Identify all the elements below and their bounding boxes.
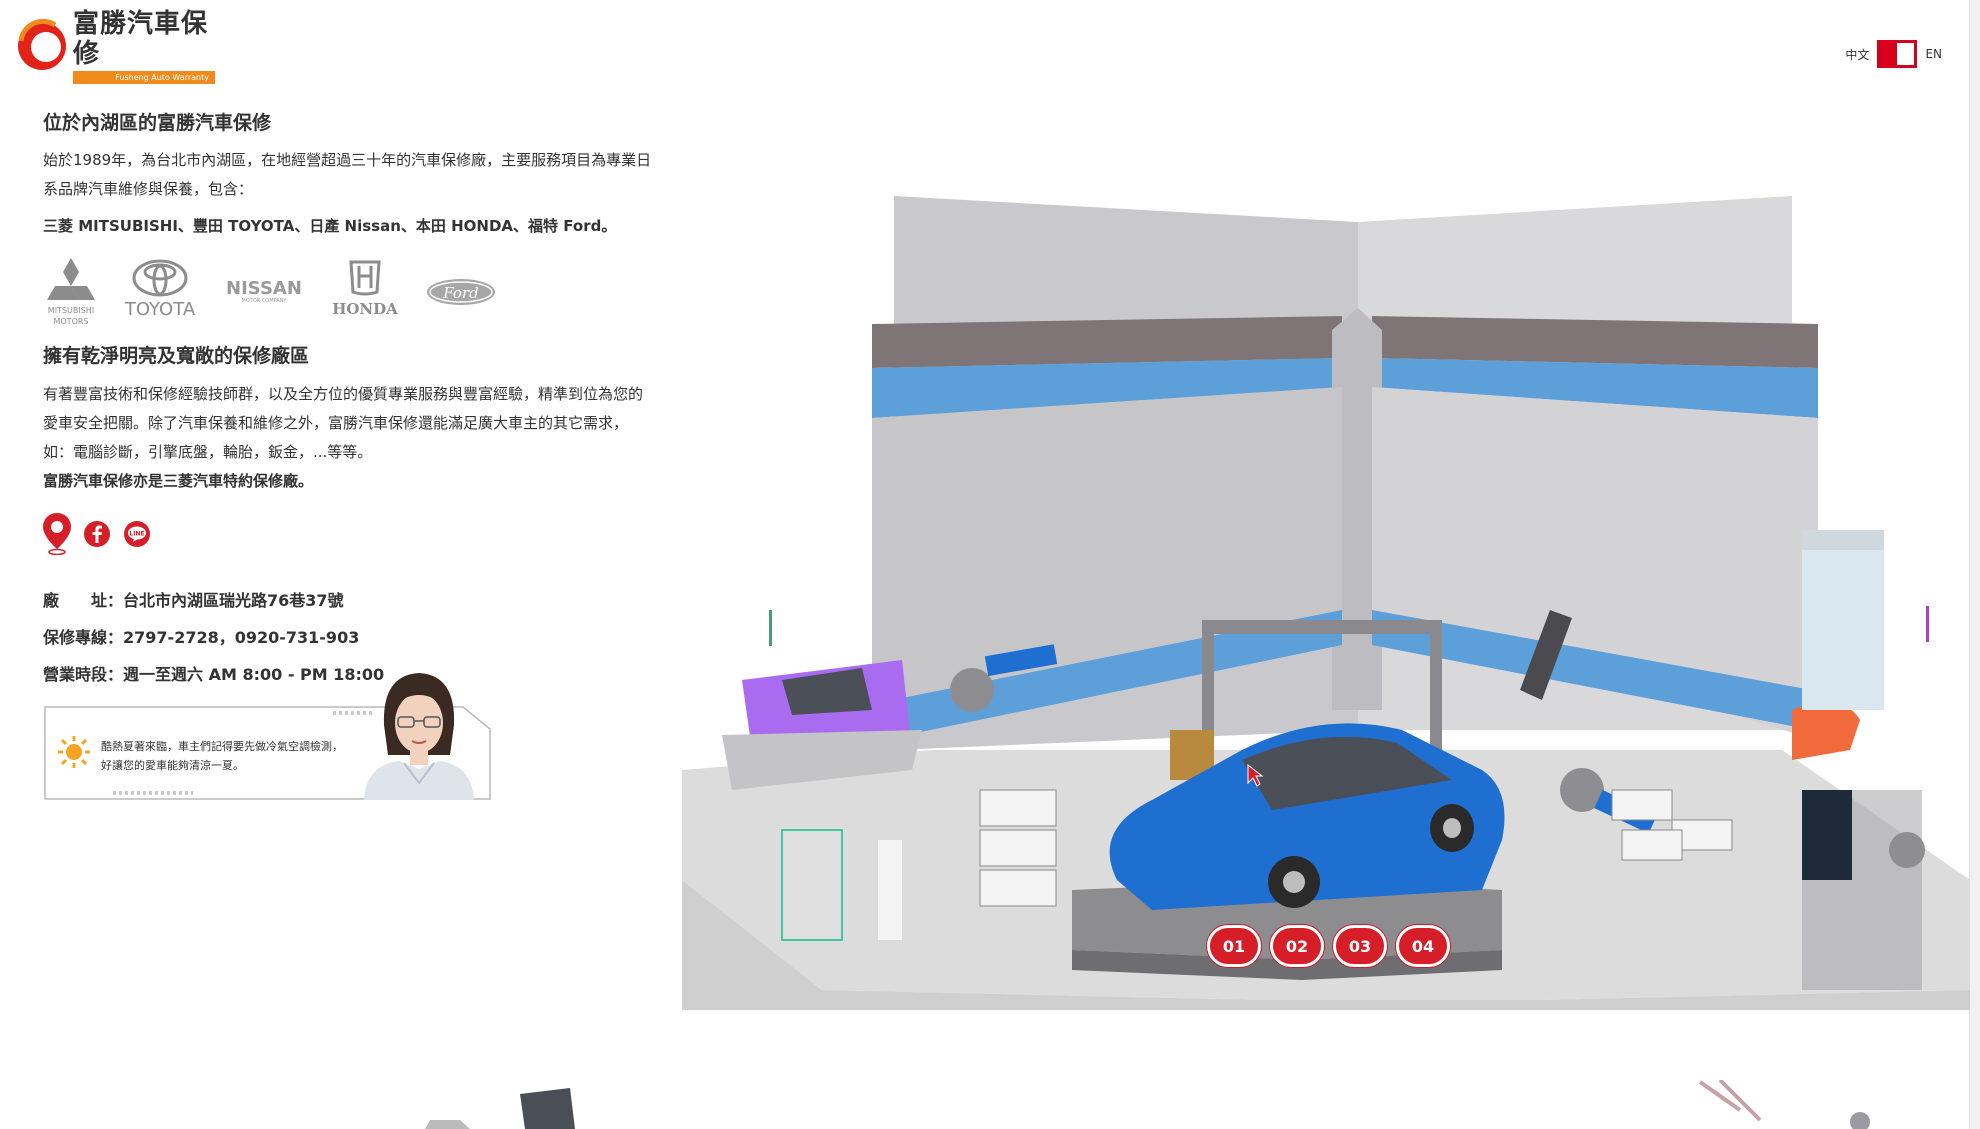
assistant-avatar [354, 665, 484, 800]
svg-text:NISSAN: NISSAN [226, 278, 302, 299]
facility-body: 有著豐富技術和保修經驗技師群，以及全方位的優質專業服務與豐富經驗，精準到位為您的… [43, 385, 644, 461]
site-logo[interactable]: 富勝汽車保修 Fusheng Auto Warranty [15, 9, 220, 84]
toyota-logo: TOYOTA [119, 256, 201, 320]
brand-name: 富勝汽車保修 [73, 8, 209, 69]
logo-ring-icon [15, 18, 69, 73]
svg-text:Ford: Ford [442, 284, 478, 302]
hours-value: 週一至週六 AM 8:00 - PM 18:00 [123, 665, 385, 684]
lang-zh-label[interactable]: 中文 [1845, 46, 1869, 63]
honda-logo: HONDA [327, 256, 403, 320]
page-scrollbar[interactable] [1969, 0, 1980, 1129]
phone-label: 保修專線： [43, 628, 124, 647]
hours-row: 營業時段： 週一至週六 AM 8:00 - PM 18:00 [43, 656, 384, 693]
svg-text:MITSUBISHI: MITSUBISHI [48, 306, 94, 315]
language-switch: 中文 EN [1845, 40, 1942, 68]
contact-info: 廠 址： 台北市內湖區瑞光路76巷37號 保修專線： 2797-2728，092… [43, 582, 384, 693]
facebook-icon[interactable] [83, 520, 111, 548]
sun-icon [57, 735, 91, 773]
scene-step-buttons: 01 02 03 04 [1207, 925, 1450, 967]
phone-value[interactable]: 2797-2728，0920-731-903 [123, 619, 359, 656]
map-pin-icon[interactable] [43, 513, 71, 555]
svg-text:MOTOR COMPANY: MOTOR COMPANY [242, 298, 288, 304]
step-button-04[interactable]: 04 [1396, 925, 1450, 967]
notice-text: 酷熱夏著來臨，車主們記得要先做冷氣空調檢測，好讓您的愛車能夠清涼一夏。 [101, 740, 343, 772]
svg-text:MOTORS: MOTORS [53, 317, 88, 326]
line-icon[interactable]: LINE [123, 520, 151, 548]
mitsubishi-logo: MITSUBISHI MOTORS [43, 256, 99, 328]
garage-illustration [682, 196, 1970, 1010]
ford-logo: Ford [423, 256, 499, 320]
bottom-scene-preview [425, 1080, 1870, 1129]
svg-text:HONDA: HONDA [332, 300, 398, 318]
facility-title: 擁有乾淨明亮及寬敞的保修廠區 [43, 345, 310, 367]
intro-body: 始於1989年，為台北市內湖區，在地經營超過三十年的汽車保修廠，主要服務項目為專… [43, 151, 652, 198]
mouse-cursor-icon [1247, 763, 1264, 792]
step-button-03[interactable]: 03 [1333, 925, 1387, 967]
phone-row: 保修專線： 2797-2728，0920-731-903 [43, 619, 384, 656]
brand-logos: MITSUBISHI MOTORS TOYOTA NISSAN MOTOR CO… [43, 256, 499, 328]
facility-note: 富勝汽車保修亦是三菱汽車特約保修廠。 [43, 472, 314, 490]
brand-subtitle: Fusheng Auto Warranty [73, 70, 215, 84]
brands-line: 三菱 MITSUBISHI、豐田 TOYOTA、日產 Nissan、本田 HON… [43, 217, 617, 235]
hours-label: 營業時段： [43, 665, 124, 684]
step-button-02[interactable]: 02 [1270, 925, 1324, 967]
nissan-logo: NISSAN MOTOR COMPANY [221, 256, 307, 320]
step-button-01[interactable]: 01 [1207, 925, 1261, 967]
social-links: LINE [43, 513, 151, 555]
svg-text:LINE: LINE [129, 531, 144, 538]
address-value: 台北市內湖區瑞光路76巷37號 [123, 591, 344, 610]
language-toggle[interactable] [1877, 40, 1918, 68]
lang-en-label[interactable]: EN [1925, 47, 1942, 61]
garage-3d-scene[interactable] [682, 190, 1970, 1022]
address-row: 廠 址： 台北市內湖區瑞光路76巷37號 [43, 582, 384, 619]
intro-title: 位於內湖區的富勝汽車保修 [43, 112, 272, 134]
facility-body-wrap: 有著豐富技術和保修經驗技師群，以及全方位的優質專業服務與豐富經驗，精準到位為您的… [43, 380, 643, 496]
toggle-knob [1880, 43, 1898, 65]
address-label: 廠 址： [43, 591, 124, 610]
svg-text:TOYOTA: TOYOTA [124, 299, 196, 320]
